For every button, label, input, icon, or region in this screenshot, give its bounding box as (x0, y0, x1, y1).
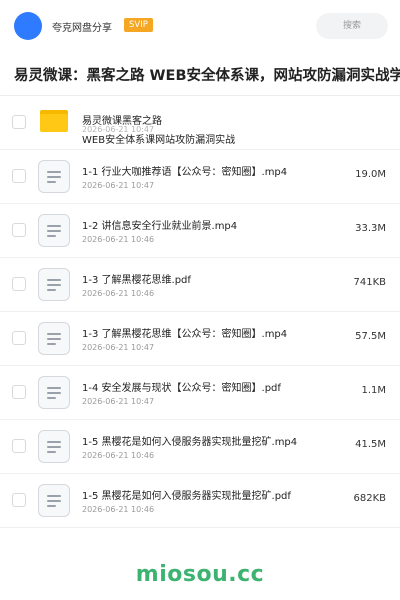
file-size: 41.5M (355, 439, 386, 450)
file-date: 2026-06-21 10:46 (82, 505, 155, 514)
row-checkbox[interactable] (12, 277, 26, 291)
file-name: 1-1 行业大咖推荐语【公众号：密知圈】.mp4 (82, 167, 288, 178)
folder-name-line2: WEB安全体系课网站攻防漏洞实战 (82, 135, 236, 146)
search-input[interactable]: 搜索 (316, 13, 388, 39)
folder-icon (40, 110, 68, 132)
file-date: 2026-06-21 10:46 (82, 289, 155, 298)
app-name: 夸克网盘分享 (52, 23, 112, 34)
row-checkbox[interactable] (12, 439, 26, 453)
file-icon (38, 268, 70, 301)
file-icon (38, 484, 70, 517)
folder-name-line1: 易灵微课黑客之路 (82, 116, 162, 127)
svip-badge: SVIP (124, 18, 153, 32)
file-name: 1-2 讲信息安全行业就业前景.mp4 (82, 221, 238, 232)
file-size: 682KB (353, 493, 386, 504)
file-name: 1-5 黑樱花是如何入侵服务器实现批量挖矿.mp4 (82, 437, 298, 448)
file-name: 1-3 了解黑樱花思维.pdf (82, 275, 191, 286)
file-row[interactable]: 1-4 安全发展与现状【公众号：密知圈】.pdf 2026-06-21 10:4… (0, 366, 400, 420)
file-icon (38, 160, 70, 193)
file-name: 1-4 安全发展与现状【公众号：密知圈】.pdf (82, 383, 281, 394)
row-checkbox[interactable] (12, 385, 26, 399)
row-checkbox[interactable] (12, 331, 26, 345)
file-size: 1.1M (361, 385, 386, 396)
file-row[interactable]: 1-5 黑樱花是如何入侵服务器实现批量挖矿.mp4 2026-06-21 10:… (0, 420, 400, 474)
file-date: 2026-06-21 10:46 (82, 235, 155, 244)
file-row[interactable]: 1-1 行业大咖推荐语【公众号：密知圈】.mp4 2026-06-21 10:4… (0, 150, 400, 204)
file-name: 1-3 了解黑樱花思维【公众号：密知圈】.mp4 (82, 329, 288, 340)
file-icon (38, 430, 70, 463)
page-title: 易灵微课：黑客之路 WEB安全体系课，网站攻防漏洞实战学 (14, 68, 400, 84)
file-icon (38, 322, 70, 355)
avatar[interactable] (14, 12, 42, 40)
file-size: 19.0M (355, 169, 386, 180)
header: 夸克网盘分享 SVIP 搜索 (0, 0, 400, 52)
row-checkbox[interactable] (12, 115, 26, 129)
file-row[interactable]: 1-5 黑樱花是如何入侵服务器实现批量挖矿.pdf 2026-06-21 10:… (0, 474, 400, 528)
watermark: miosou.cc (135, 562, 265, 587)
file-date: 2026-06-21 10:46 (82, 451, 155, 460)
file-row[interactable]: 1-3 了解黑樱花思维【公众号：密知圈】.mp4 2026-06-21 10:4… (0, 312, 400, 366)
file-icon (38, 376, 70, 409)
file-date: 2026-06-21 10:47 (82, 181, 155, 190)
row-checkbox[interactable] (12, 169, 26, 183)
file-size: 741KB (353, 277, 386, 288)
file-row[interactable]: 1-2 讲信息安全行业就业前景.mp4 2026-06-21 10:46 33.… (0, 204, 400, 258)
file-list: 2026-06-21 10:47 易灵微课黑客之路 WEB安全体系课网站攻防漏洞… (0, 96, 400, 528)
file-date: 2026-06-21 10:47 (82, 343, 155, 352)
file-size: 33.3M (355, 223, 386, 234)
file-date: 2026-06-21 10:47 (82, 397, 155, 406)
file-name: 1-5 黑樱花是如何入侵服务器实现批量挖矿.pdf (82, 491, 291, 502)
folder-row[interactable]: 2026-06-21 10:47 易灵微课黑客之路 WEB安全体系课网站攻防漏洞… (0, 96, 400, 150)
file-row[interactable]: 1-3 了解黑樱花思维.pdf 2026-06-21 10:46 741KB (0, 258, 400, 312)
row-checkbox[interactable] (12, 493, 26, 507)
file-size: 57.5M (355, 331, 386, 342)
row-checkbox[interactable] (12, 223, 26, 237)
file-icon (38, 214, 70, 247)
